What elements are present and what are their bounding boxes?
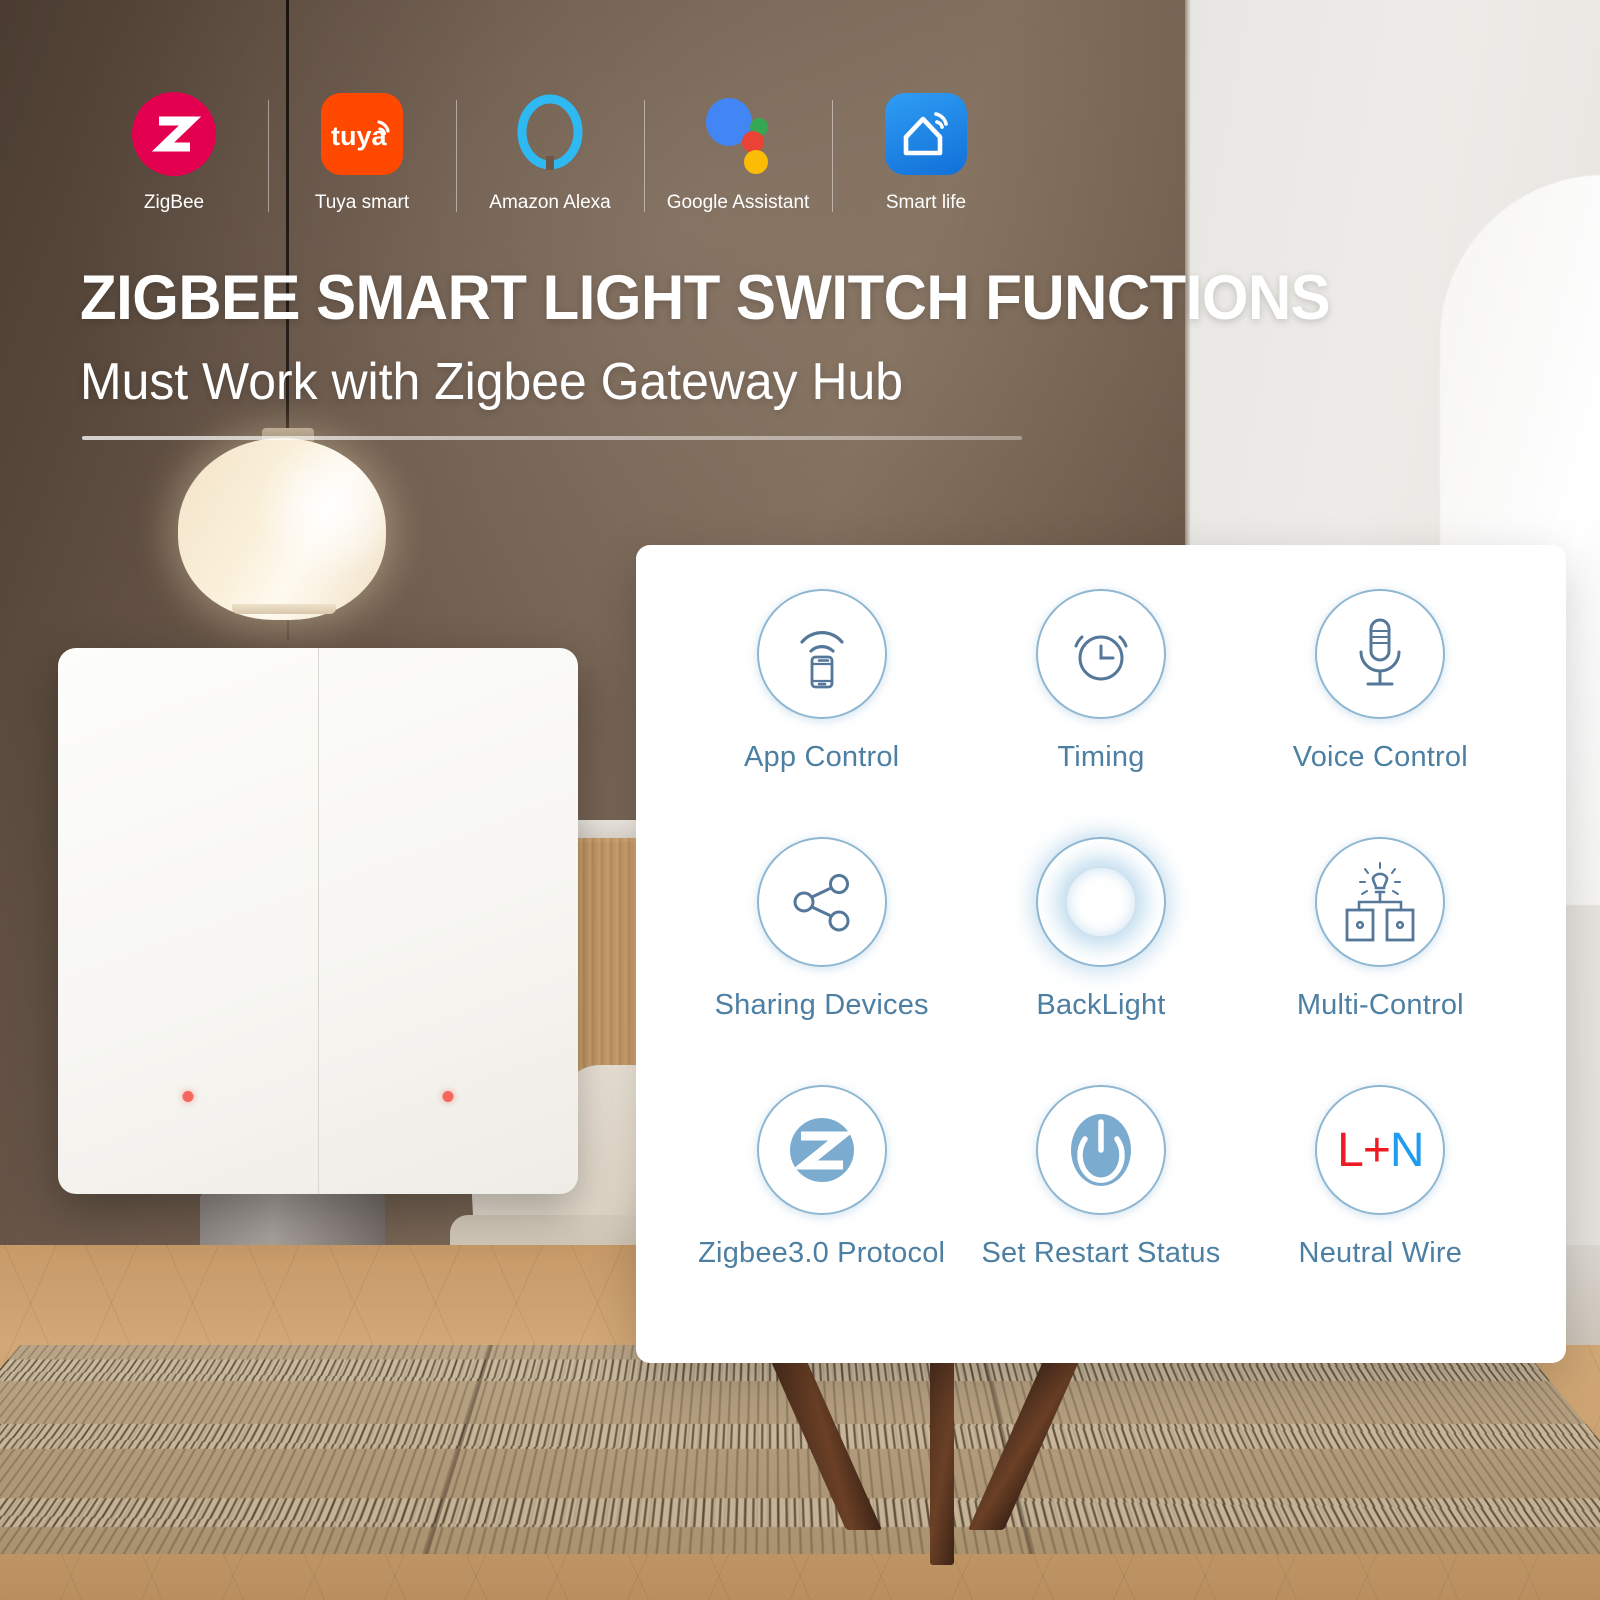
live-wire-letter: L xyxy=(1337,1123,1364,1177)
feature-zigbee-protocol[interactable]: Zigbee3.0 Protocol xyxy=(682,1085,961,1333)
logo-caption: Smart life xyxy=(885,192,967,213)
easel-leg-center xyxy=(930,1350,954,1565)
compatibility-logo-strip: ZigBee tuya Tuya smart Amazon Alexa Goog… xyxy=(80,92,1020,214)
page-subtitle: Must Work with Zigbee Gateway Hub xyxy=(80,353,904,411)
title-divider xyxy=(82,436,1022,440)
feature-label: Sharing Devices xyxy=(714,989,929,1021)
microphone-icon xyxy=(1315,589,1446,719)
share-nodes-icon xyxy=(756,837,887,967)
feature-label: Zigbee3.0 Protocol xyxy=(698,1237,946,1269)
feature-label: Voice Control xyxy=(1292,741,1468,773)
feature-label: BackLight xyxy=(1036,989,1166,1021)
switch-button-left[interactable] xyxy=(58,648,318,1194)
l-plus-n-icon: L+N xyxy=(1315,1085,1446,1215)
logo-item-zigbee: ZigBee xyxy=(80,92,268,214)
logo-caption: Google Assistant xyxy=(666,192,810,213)
feature-label: App Control xyxy=(743,741,900,773)
zigbee-z-icon xyxy=(756,1085,887,1215)
google-assistant-logo-icon xyxy=(696,92,780,176)
pendant-lamp-base xyxy=(232,604,336,614)
logo-item-tuya: tuya Tuya smart xyxy=(268,92,456,214)
feature-timing[interactable]: Timing xyxy=(961,589,1240,837)
zigbee-logo-icon xyxy=(132,92,216,176)
logo-item-alexa: Amazon Alexa xyxy=(456,92,644,214)
neutral-wire-letter: N xyxy=(1389,1123,1425,1177)
feature-multi-control[interactable]: Multi-Control xyxy=(1241,837,1520,1085)
alarm-clock-icon xyxy=(1035,589,1166,719)
backlight-ring-icon xyxy=(1035,837,1166,967)
app-control-icon xyxy=(756,589,887,719)
feature-backlight[interactable]: BackLight xyxy=(961,837,1240,1085)
power-button-icon xyxy=(1035,1085,1166,1215)
tuya-logo-icon: tuya xyxy=(320,92,404,176)
led-indicator-right xyxy=(442,1091,454,1102)
pendant-lamp-globe xyxy=(178,438,386,620)
feature-sharing-devices[interactable]: Sharing Devices xyxy=(682,837,961,1085)
feature-neutral-wire[interactable]: L+N Neutral Wire xyxy=(1241,1085,1520,1333)
led-indicator-left xyxy=(182,1091,194,1102)
alexa-logo-icon xyxy=(508,92,592,176)
feature-list-card: App Control Timing Voice Control Sharing… xyxy=(636,545,1566,1363)
smart-light-switch-panel[interactable] xyxy=(58,648,578,1194)
feature-label: Multi-Control xyxy=(1296,989,1464,1021)
feature-label: Neutral Wire xyxy=(1298,1237,1463,1269)
switch-button-right[interactable] xyxy=(317,648,579,1194)
smart-life-logo-icon xyxy=(884,92,968,176)
feature-label: Set Restart Status xyxy=(981,1237,1221,1269)
logo-item-google-assistant: Google Assistant xyxy=(644,92,832,214)
plus-sign: + xyxy=(1362,1123,1391,1177)
logo-caption: ZigBee xyxy=(143,192,205,213)
feature-app-control[interactable]: App Control xyxy=(682,589,961,837)
feature-voice-control[interactable]: Voice Control xyxy=(1241,589,1520,837)
multi-control-icon xyxy=(1315,837,1446,967)
feature-label: Timing xyxy=(1057,741,1145,773)
logo-item-smart-life: Smart life xyxy=(832,92,1020,214)
svg-text:tuya: tuya xyxy=(331,121,388,151)
page-title: ZIGBEE SMART LIGHT SWITCH FUNCTIONS xyxy=(80,263,1331,333)
logo-caption: Amazon Alexa xyxy=(489,192,611,213)
logo-caption: Tuya smart xyxy=(314,192,410,213)
feature-set-restart-status[interactable]: Set Restart Status xyxy=(961,1085,1240,1333)
feature-grid: App Control Timing Voice Control Sharing… xyxy=(682,589,1520,1333)
